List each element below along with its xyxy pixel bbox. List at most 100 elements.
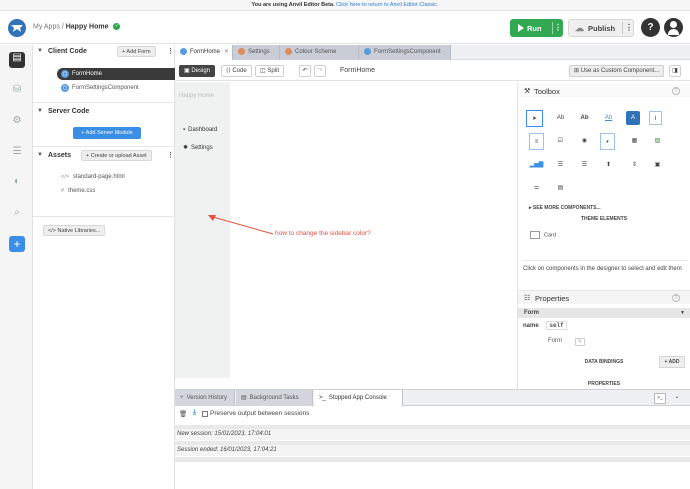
native-libraries-button[interactable]: </> Native Libraries...: [43, 225, 106, 236]
tab-label: FormHome: [190, 49, 221, 55]
user-avatar[interactable]: [664, 18, 683, 37]
chevron-down-icon[interactable]: ⌄: [671, 393, 683, 404]
component-type-bar[interactable]: Form ▼: [518, 308, 690, 318]
run-options-icon[interactable]: ⋮: [554, 23, 562, 32]
server-code-section[interactable]: ▼ Server Code: [33, 105, 175, 119]
edit-icon[interactable]: ✎: [575, 338, 585, 346]
toolbox-header[interactable]: ⚒ Toolbox ?: [518, 84, 690, 98]
more-icon[interactable]: ⋮: [167, 47, 174, 55]
form-item-formhome[interactable]: ▢ FormHome: [57, 68, 175, 80]
timer-icon[interactable]: ▣: [649, 157, 666, 174]
asset-theme-css[interactable]: # theme.css: [61, 188, 95, 194]
name-value[interactable]: self: [546, 321, 567, 330]
component-icon: ⊞: [574, 68, 581, 74]
see-more-components[interactable]: ▸ SEE MORE COMPONENTS...: [529, 205, 601, 211]
app-browser-icon[interactable]: ▤: [9, 52, 25, 68]
custom-component-button[interactable]: ⊞ Use as Custom Component...: [569, 65, 665, 77]
dropdown-component[interactable]: ▾: [600, 133, 615, 150]
component-type-label: Form: [524, 310, 539, 316]
preserve-output-checkbox[interactable]: [202, 411, 208, 417]
checkbox-component[interactable]: ☑: [552, 133, 569, 150]
image-icon[interactable]: ▨: [649, 133, 666, 150]
nav-link-dashboard[interactable]: ▪ Dashboard: [183, 127, 218, 133]
tab-settings[interactable]: Settings: [233, 45, 280, 60]
add-form-button[interactable]: + Add Form: [117, 46, 156, 57]
split-view-button[interactable]: ◫ Split: [255, 65, 285, 77]
settings-icon[interactable]: ⚙: [11, 115, 23, 127]
textbox-component[interactable]: I: [649, 111, 662, 125]
tab-formsettingscomponent[interactable]: FormSettingsComponent: [359, 45, 451, 60]
code-label: Code: [232, 68, 247, 74]
palette-icon[interactable]: ◐: [11, 176, 23, 188]
nav-label: Dashboard: [188, 127, 218, 133]
data-grid-icon[interactable]: ☰: [552, 157, 569, 174]
assets-section[interactable]: ▼ Assets + Create or upload Asset ⋮: [33, 149, 175, 163]
publish-options-icon[interactable]: ⋮: [625, 23, 633, 32]
list-icon[interactable]: ☰: [11, 146, 23, 158]
rich-text-component[interactable]: Ab: [576, 110, 593, 127]
create-asset-button[interactable]: + Create or upload Asset: [81, 150, 152, 161]
add-server-module-button[interactable]: + Add Server Module: [73, 127, 141, 139]
calendar-icon[interactable]: ▦: [626, 133, 643, 150]
help-icon[interactable]: ?: [672, 87, 680, 95]
button-component[interactable]: A: [626, 111, 640, 125]
run-button[interactable]: Run ⋮: [510, 19, 563, 37]
search-icon[interactable]: ⌕: [11, 207, 23, 219]
design-label: Design: [191, 68, 211, 74]
code-view-button[interactable]: ⟨⟩ Code: [221, 65, 252, 77]
textarea-component[interactable]: ≡: [529, 133, 544, 150]
properties-header[interactable]: ☷ Properties ?: [518, 290, 690, 304]
asset-standard-page[interactable]: </> standard-page.html: [61, 174, 125, 180]
pointer-tool-icon[interactable]: ➤: [526, 110, 543, 127]
design-view-button[interactable]: ▣ Design: [179, 65, 216, 77]
grid-panel-icon[interactable]: ▤: [552, 180, 569, 197]
terminal-icon: >_: [319, 395, 326, 401]
link-component[interactable]: Ab: [600, 110, 617, 127]
panel-toggle-icon[interactable]: ◨: [669, 65, 681, 77]
add-binding-button[interactable]: + ADD: [659, 356, 685, 368]
nav-link-settings[interactable]: ✹ Settings: [183, 144, 213, 151]
plot-icon[interactable]: ▂▅▇: [528, 157, 545, 174]
spacer-icon[interactable]: ⇕: [626, 157, 643, 174]
redo-button[interactable]: ↷: [314, 65, 326, 77]
saved-check-icon: ✓: [113, 23, 121, 30]
card-component[interactable]: Card: [530, 231, 556, 239]
client-code-section[interactable]: ▼ Client Code + Add Form ⋮: [33, 45, 175, 59]
tab-formhome[interactable]: FormHome ✕: [175, 45, 233, 60]
help-button[interactable]: ?: [641, 18, 660, 37]
chevron-down-icon: ▼: [37, 152, 43, 158]
app-name[interactable]: Happy Home: [66, 23, 109, 30]
close-icon[interactable]: ✕: [224, 49, 229, 55]
return-classic-link[interactable]: Click here to return to Anvil Editor Cla…: [336, 2, 438, 8]
cloud-icon: ☁: [575, 23, 584, 33]
terminal-icon[interactable]: >_: [654, 393, 666, 404]
upload-icon[interactable]: ⬆: [600, 157, 617, 174]
my-apps-link[interactable]: My Apps: [33, 23, 60, 30]
settings-icon: [238, 47, 245, 55]
tab-label: Stopped App Console: [328, 395, 387, 401]
tab-background-tasks[interactable]: ▤ Background Tasks: [236, 390, 313, 406]
anvil-logo[interactable]: [8, 19, 26, 37]
database-icon[interactable]: ⛁: [11, 84, 23, 96]
repeating-panel-icon[interactable]: ☰: [576, 157, 593, 174]
add-feature-icon[interactable]: +: [9, 236, 25, 252]
chevron-down-icon: ▼: [680, 310, 685, 316]
flow-panel-icon[interactable]: ⚌: [528, 180, 545, 197]
publish-button[interactable]: ☁ Publish ⋮: [568, 19, 634, 37]
more-icon[interactable]: ⋮: [167, 151, 174, 159]
tab-colour-scheme[interactable]: Colour Scheme: [280, 45, 359, 60]
scroll-down-icon[interactable]: ⤓: [193, 409, 196, 417]
tab-version-history[interactable]: ⑂ Version History: [175, 390, 235, 406]
form-label: FormSettingsComponent: [72, 85, 139, 91]
publish-label: Publish: [588, 24, 616, 33]
trash-icon[interactable]: 🗑: [179, 410, 187, 418]
form-item-formsettingscomponent[interactable]: ▢ FormSettingsComponent: [57, 82, 175, 94]
theme-elements-heading: THEME ELEMENTS: [580, 216, 628, 222]
tab-stopped-app-console[interactable]: >_ Stopped App Console: [314, 390, 403, 406]
radio-component[interactable]: ◉: [576, 133, 593, 150]
undo-button[interactable]: ↶: [299, 65, 311, 77]
banner-text: You are using Anvil Editor Beta.: [251, 2, 335, 8]
console-line: New session: 15/01/2023, 17:04:01: [175, 429, 690, 440]
help-icon[interactable]: ?: [672, 294, 680, 302]
label-component[interactable]: Ab: [552, 110, 569, 127]
